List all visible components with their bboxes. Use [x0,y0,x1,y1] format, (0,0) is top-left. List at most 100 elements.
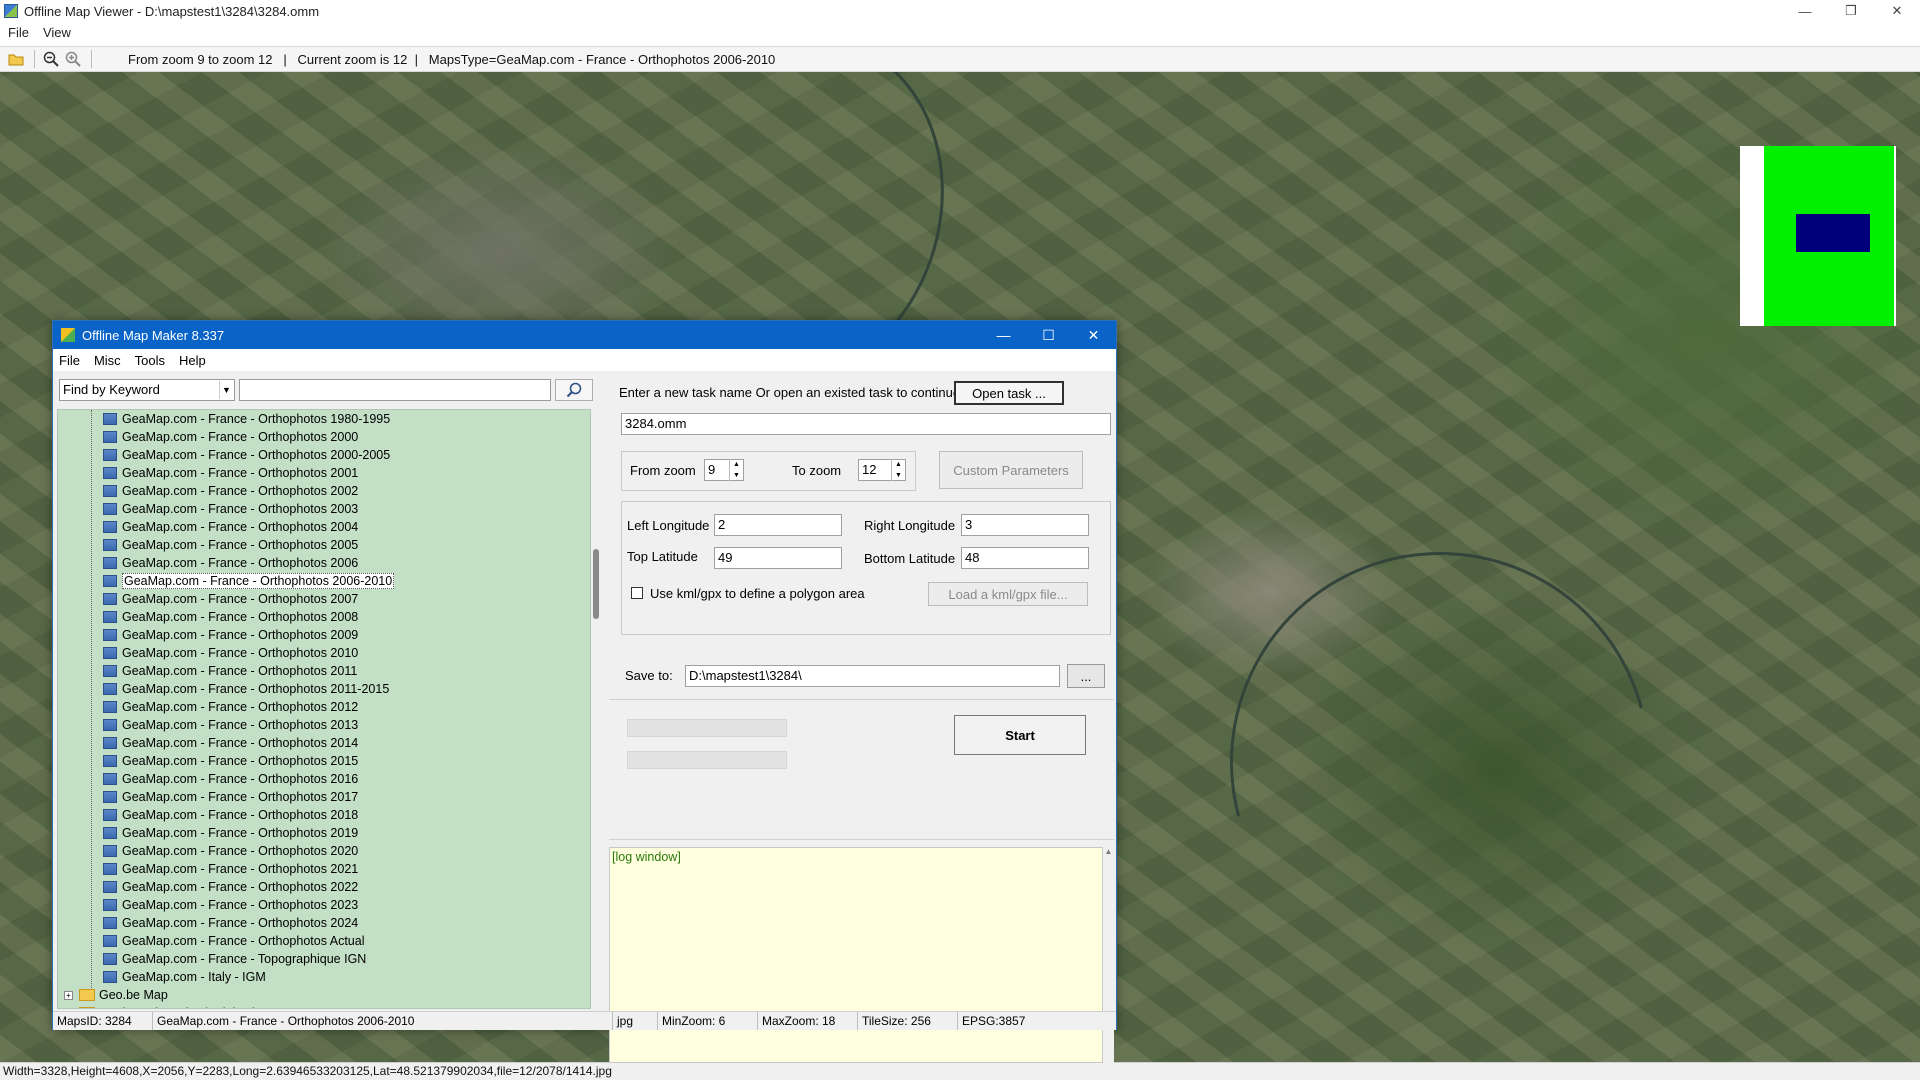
log-window[interactable]: [log window] [609,847,1103,1063]
from-zoom-spin[interactable]: ▲ ▼ [729,459,743,481]
tree-item[interactable]: GeaMap.com - France - Orthophotos 2010 [88,644,358,662]
tree-item-label: GeaMap.com - Italy - IGM [122,970,266,984]
dialog-close-icon[interactable]: ✕ [1071,321,1116,349]
tree-item[interactable]: GeaMap.com - France - Orthophotos 2023 [88,896,358,914]
toolbar: From zoom 9 to zoom 12 | Current zoom is… [0,46,1920,72]
log-scrollbar[interactable]: ▲ [1103,847,1114,1063]
tree-item[interactable]: GeaMap.com - France - Orthophotos 2018 [88,806,358,824]
map-layer-icon [103,791,117,803]
tree-item[interactable]: GeaMap.com - Italy - IGM [88,968,266,986]
tree-item[interactable]: GeaMap.com - France - Orthophotos 2001 [88,464,358,482]
spin-down-icon[interactable]: ▼ [892,470,905,481]
left-longitude-input[interactable]: 2 [714,514,842,536]
task-name-input[interactable]: 3284.omm [621,413,1111,435]
dialog-minimize-icon[interactable]: — [981,321,1026,349]
tree-item[interactable]: GeaMap.com - France - Orthophotos 2011 [88,662,357,680]
tree-item[interactable]: GeaMap.com - France - Orthophotos 2015 [88,752,358,770]
keyword-input[interactable] [239,379,551,401]
tree-item[interactable]: GeaMap.com - France - Orthophotos Actual [88,932,364,950]
tree-item[interactable]: GeaMap.com - France - Orthophotos 2022 [88,878,358,896]
from-zoom-stepper[interactable]: 9 ▲ ▼ [704,459,744,481]
dialog-menu-misc[interactable]: Misc [94,353,121,368]
tree-folder[interactable]: + Geo.be Map [64,986,168,1004]
map-layer-icon [103,449,117,461]
spin-up-icon[interactable]: ▲ [892,459,905,470]
right-longitude-input[interactable]: 3 [961,514,1089,536]
tree-item-label: GeaMap.com - France - Orthophotos 2022 [122,880,359,894]
to-zoom-stepper[interactable]: 12 ▲ ▼ [858,459,906,481]
tree-item[interactable]: GeaMap.com - France - Orthophotos 2019 [88,824,358,842]
dialog-menu-tools[interactable]: Tools [135,353,165,368]
tree-scrollbar-thumb[interactable] [593,549,599,619]
load-kml-button[interactable]: Load a kml/gpx file... [928,582,1088,606]
minimap-viewport[interactable] [1796,214,1870,252]
tree-item[interactable]: GeaMap.com - France - Orthophotos 2007 [88,590,358,608]
tree-item[interactable]: GeaMap.com - France - Topographique IGN [88,950,366,968]
app-icon [4,4,18,18]
tree-item[interactable]: GeaMap.com - France - Orthophotos 2005 [88,536,358,554]
search-mode-select[interactable]: Find by Keyword ▼ [59,379,235,401]
tree-item[interactable]: GeaMap.com - France - Orthophotos 2012 [88,698,358,716]
window-controls: — ❐ ✕ [1782,0,1920,22]
scroll-up-icon[interactable]: ▲ [1105,847,1113,856]
menu-file[interactable]: File [8,25,29,40]
map-source-tree[interactable]: GeaMap.com - France - Orthophotos 1980-1… [57,409,591,1009]
expand-icon[interactable]: + [64,990,73,1000]
tree-item[interactable]: GeaMap.com - France - Orthophotos 2020 [88,842,358,860]
tree-item[interactable]: GeaMap.com - France - Orthophotos 2003 [88,500,358,518]
tree-item-label: GeaMap.com - France - Orthophotos 2014 [122,736,359,750]
tree-item[interactable]: GeaMap.com - France - Orthophotos 2000-2… [88,446,390,464]
zoom-in-icon[interactable] [63,49,83,69]
minimap[interactable] [1740,146,1896,326]
to-zoom-spin[interactable]: ▲ ▼ [891,459,905,481]
menu-view[interactable]: View [43,25,71,40]
tree-item[interactable]: GeaMap.com - France - Orthophotos 2009 [88,626,358,644]
tree-item[interactable]: GeaMap.com - France - Orthophotos 2006 [88,554,358,572]
minimize-icon[interactable]: — [1782,0,1828,22]
spin-up-icon[interactable]: ▲ [730,459,743,470]
tree-item[interactable]: GeaMap.com - France - Orthophotos 2024 [88,914,358,932]
open-task-button[interactable]: Open task ... [954,381,1064,405]
tree-item[interactable]: GeaMap.com - France - Orthophotos 2016 [88,770,358,788]
tree-item[interactable]: GeaMap.com - France - Orthophotos 2017 [88,788,358,806]
tree-item-label: GeaMap.com - France - Orthophotos 2017 [122,790,359,804]
river-shape [1153,475,1727,1049]
tree-item[interactable]: GeaMap.com - France - Orthophotos 2011-2… [88,680,389,698]
tree-item[interactable]: GeaMap.com - France - Orthophotos 2004 [88,518,358,536]
zoom-out-icon[interactable] [41,49,61,69]
tree-item[interactable]: GeaMap.com - France - Orthophotos 2002 [88,482,358,500]
close-icon[interactable]: ✕ [1874,0,1920,22]
restore-icon[interactable]: ❐ [1828,0,1874,22]
search-button[interactable] [555,379,593,401]
tree-item-label: GeaMap.com - France - Orthophotos 2007 [122,592,359,606]
top-latitude-input[interactable]: 49 [714,547,842,569]
tree-item[interactable]: GeaMap.com - France - Orthophotos 2013 [88,716,358,734]
tree-item[interactable]: GeaMap.com - France - Orthophotos 2000 [88,428,358,446]
search-mode-value: Find by Keyword [63,382,160,397]
tree-folder[interactable]: + Geobox.wiaaat.be (Belgium) [64,1004,257,1010]
tree-item[interactable]: GeaMap.com - France - Orthophotos 1980-1… [88,410,390,428]
browse-button[interactable]: ... [1067,664,1105,688]
tree-item-label: GeaMap.com - France - Orthophotos 2018 [122,808,359,822]
tree-scrollbar[interactable] [593,409,599,1009]
save-to-label: Save to: [625,668,673,683]
bottom-latitude-input[interactable]: 48 [961,547,1089,569]
spin-down-icon[interactable]: ▼ [730,470,743,481]
dialog-maximize-icon[interactable]: ☐ [1026,321,1071,349]
tree-item-label: GeaMap.com - France - Orthophotos 1980-1… [122,412,391,426]
use-kml-checkbox[interactable] [631,587,643,599]
map-layer-icon [103,413,117,425]
tree-item[interactable]: GeaMap.com - France - Orthophotos 2008 [88,608,358,626]
save-path-input[interactable]: D:\mapstest1\3284\ [685,665,1060,687]
map-layer-icon [103,557,117,569]
chevron-down-icon[interactable]: ▼ [219,381,233,399]
custom-parameters-button[interactable]: Custom Parameters [939,451,1083,489]
open-folder-icon[interactable] [6,49,26,69]
expand-icon[interactable]: + [64,1009,73,1010]
start-button[interactable]: Start [954,715,1086,755]
tree-item[interactable]: GeaMap.com - France - Orthophotos 2021 [88,860,358,878]
tree-item[interactable]: GeaMap.com - France - Orthophotos 2006-2… [88,572,395,590]
dialog-menu-help[interactable]: Help [179,353,206,368]
tree-item[interactable]: GeaMap.com - France - Orthophotos 2014 [88,734,358,752]
dialog-menu-file[interactable]: File [59,353,80,368]
